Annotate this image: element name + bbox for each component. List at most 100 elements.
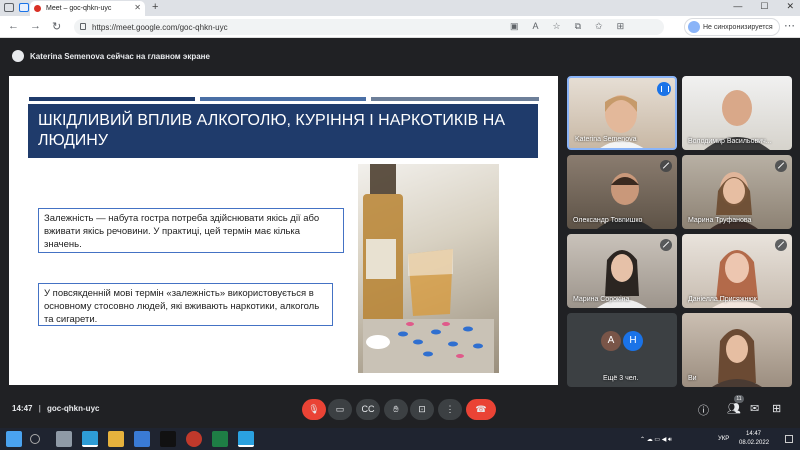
meeting-time: 14:47 — [12, 404, 33, 413]
participant-tile-4[interactable]: Марина Труфанова — [682, 155, 792, 229]
extensions-icon[interactable]: ⧉ — [575, 21, 581, 32]
maximize-icon[interactable]: ☐ — [760, 1, 768, 12]
close-window-icon[interactable]: ✕ — [786, 1, 794, 12]
meeting-info: 14:47 | goc-qhkn-uyc — [12, 404, 100, 413]
collections-icon[interactable] — [19, 3, 29, 12]
back-icon[interactable]: ← — [8, 20, 19, 32]
alcohol-pills-photo — [358, 164, 499, 373]
tray-icons[interactable]: ⌃ ☁ ▭ ◀ 🔊︎ — [640, 436, 672, 444]
windows-start-icon[interactable] — [6, 431, 22, 447]
slide-decor-lines — [29, 97, 539, 101]
participant-tile-3[interactable]: Олександр Товпишко — [567, 155, 677, 229]
participant-initial-n: Н — [623, 331, 643, 351]
raise-hand-button[interactable]: ✋︎ — [384, 399, 408, 420]
tiktok-icon[interactable] — [160, 431, 176, 447]
mic-off-icon — [775, 239, 787, 251]
presenter-avatar — [12, 50, 24, 62]
mic-off-icon — [660, 239, 672, 251]
reload-icon[interactable]: ↻ — [52, 20, 61, 33]
mic-off-icon — [775, 160, 787, 172]
tab-actions — [4, 3, 29, 12]
participant-tile-6[interactable]: Даніелла Присяжнюк — [682, 234, 792, 308]
self-name: Ви — [688, 375, 697, 382]
camera-toggle-button[interactable]: ▭ — [328, 399, 352, 420]
favorites-icon[interactable]: ✩ — [595, 21, 603, 32]
language-indicator[interactable]: УКР — [718, 436, 729, 442]
sync-label: Не синхронизируется — [703, 23, 773, 31]
collections-icon-2[interactable]: ⊞ — [617, 21, 625, 32]
participant-name: Володимир Васильович... — [688, 138, 772, 145]
workspaces-icon[interactable] — [4, 3, 14, 12]
participant-name: Марина Труфанова — [688, 217, 752, 224]
address-bar-icons: ▣ A ☆ ⧉ ✩ ⊞ — [510, 21, 624, 32]
url-text: https://meet.google.com/goc-qhkn-uyc — [92, 22, 228, 32]
presenting-text: Katerina Semenova сейчас на главном экра… — [30, 51, 210, 61]
windows-taskbar: ⌃ ☁ ▭ ◀ 🔊︎ УКР 14:47 08.02.2022 — [0, 428, 800, 450]
usage-box: У повсякденній мові термін «залежність» … — [38, 283, 333, 326]
lock-icon — [80, 23, 86, 30]
mic-toggle-button[interactable]: 🎙︎ — [302, 399, 326, 420]
speaking-indicator-icon — [657, 82, 671, 96]
participant-name: Даніелла Присяжнюк — [688, 296, 757, 303]
minimize-icon[interactable]: — — [733, 1, 742, 12]
participant-tile-1[interactable]: Katerina Semenova — [567, 76, 677, 150]
profile-sync-button[interactable]: Не синхронизируется — [684, 18, 780, 36]
self-tile[interactable]: Ви — [682, 313, 792, 387]
meeting-code: goc-qhkn-uyc — [47, 404, 100, 413]
participant-tile-5[interactable]: Марина Сорокіна — [567, 234, 677, 308]
telegram-icon[interactable] — [238, 431, 254, 447]
task-view-icon[interactable] — [56, 431, 72, 447]
end-call-icon: ☎︎ — [475, 404, 487, 414]
forward-icon[interactable]: → — [30, 20, 41, 32]
window-controls: — ☐ ✕ — [733, 1, 794, 12]
participant-name: Олександр Товпишко — [573, 217, 643, 224]
address-bar-row: ← → ↻ https://meet.google.com/goc-qhkn-u… — [0, 16, 800, 38]
recording-icon — [34, 5, 41, 12]
leave-call-button[interactable]: ☎︎ — [466, 399, 496, 420]
notifications-icon[interactable] — [785, 435, 793, 443]
edge-browser-icon[interactable] — [82, 431, 98, 447]
shared-slide: ШКІДЛИВИЙ ВПЛИВ АЛКОГОЛЮ, КУРІННЯ І НАРК… — [9, 76, 558, 385]
favorite-star-icon[interactable]: ☆ — [553, 21, 561, 32]
read-aloud-icon[interactable]: A — [533, 21, 539, 32]
meeting-details-icon[interactable]: ⓘ — [698, 402, 709, 418]
present-button[interactable]: ⊡ — [410, 399, 434, 420]
mail-icon[interactable] — [134, 431, 150, 447]
camera-permission-icon[interactable]: ▣ — [510, 21, 519, 32]
activities-icon[interactable]: ⊞ — [772, 402, 781, 415]
taskbar-time[interactable]: 14:47 — [746, 431, 761, 437]
participant-name: Марина Сорокіна — [573, 296, 630, 303]
hand-icon: ✋︎ — [393, 404, 399, 414]
captions-button[interactable]: CC — [356, 399, 380, 420]
more-participants-label: Ещё 3 чел. — [603, 375, 639, 382]
participant-initial-a: А — [601, 331, 621, 351]
present-screen-icon: ⊡ — [418, 404, 426, 414]
browser-tab[interactable]: Meet – goc-qhkn-uyc ✕ — [30, 1, 145, 16]
participants-icon[interactable]: 👥︎ — [727, 402, 741, 415]
camera-icon: ▭ — [335, 404, 345, 414]
slide-title: ШКІДЛИВИЙ ВПЛИВ АЛКОГОЛЮ, КУРІННЯ І НАРК… — [28, 104, 538, 158]
mic-off-icon — [660, 160, 672, 172]
more-vert-icon: ⋮ — [445, 404, 455, 414]
recorder-icon[interactable] — [186, 431, 202, 447]
excel-icon[interactable] — [212, 431, 228, 447]
meet-control-bar: 14:47 | goc-qhkn-uyc 🎙︎ ▭ CC ✋︎ ⊡ ⋮ ☎︎ ⓘ… — [0, 392, 800, 428]
more-options-button[interactable]: ⋮ — [438, 399, 462, 420]
browser-tab-bar: Meet – goc-qhkn-uyc ✕ + — ☐ ✕ — [0, 0, 800, 16]
more-participants-tile[interactable]: А Н Ещё 3 чел. — [567, 313, 677, 387]
chat-icon[interactable]: ✉︎ — [750, 402, 759, 415]
participant-tile-2[interactable]: Володимир Васильович... — [682, 76, 792, 150]
new-tab-button[interactable]: + — [152, 1, 158, 13]
tab-title: Meet – goc-qhkn-uyc — [46, 5, 112, 12]
profile-avatar — [688, 21, 700, 33]
participant-name: Katerina Semenova — [575, 136, 637, 143]
definition-box: Залежність — набута гостра потреба здійс… — [38, 208, 344, 253]
file-explorer-icon[interactable] — [108, 431, 124, 447]
more-options-icon[interactable]: ⋯ — [784, 19, 795, 32]
search-icon[interactable] — [30, 434, 40, 444]
presenting-notice: Katerina Semenova сейчас на главном экра… — [12, 48, 210, 64]
taskbar-date[interactable]: 08.02.2022 — [739, 440, 769, 446]
mic-off-icon: 🎙︎ — [308, 404, 320, 414]
close-tab-icon[interactable]: ✕ — [134, 3, 141, 12]
captions-icon: CC — [361, 404, 375, 414]
